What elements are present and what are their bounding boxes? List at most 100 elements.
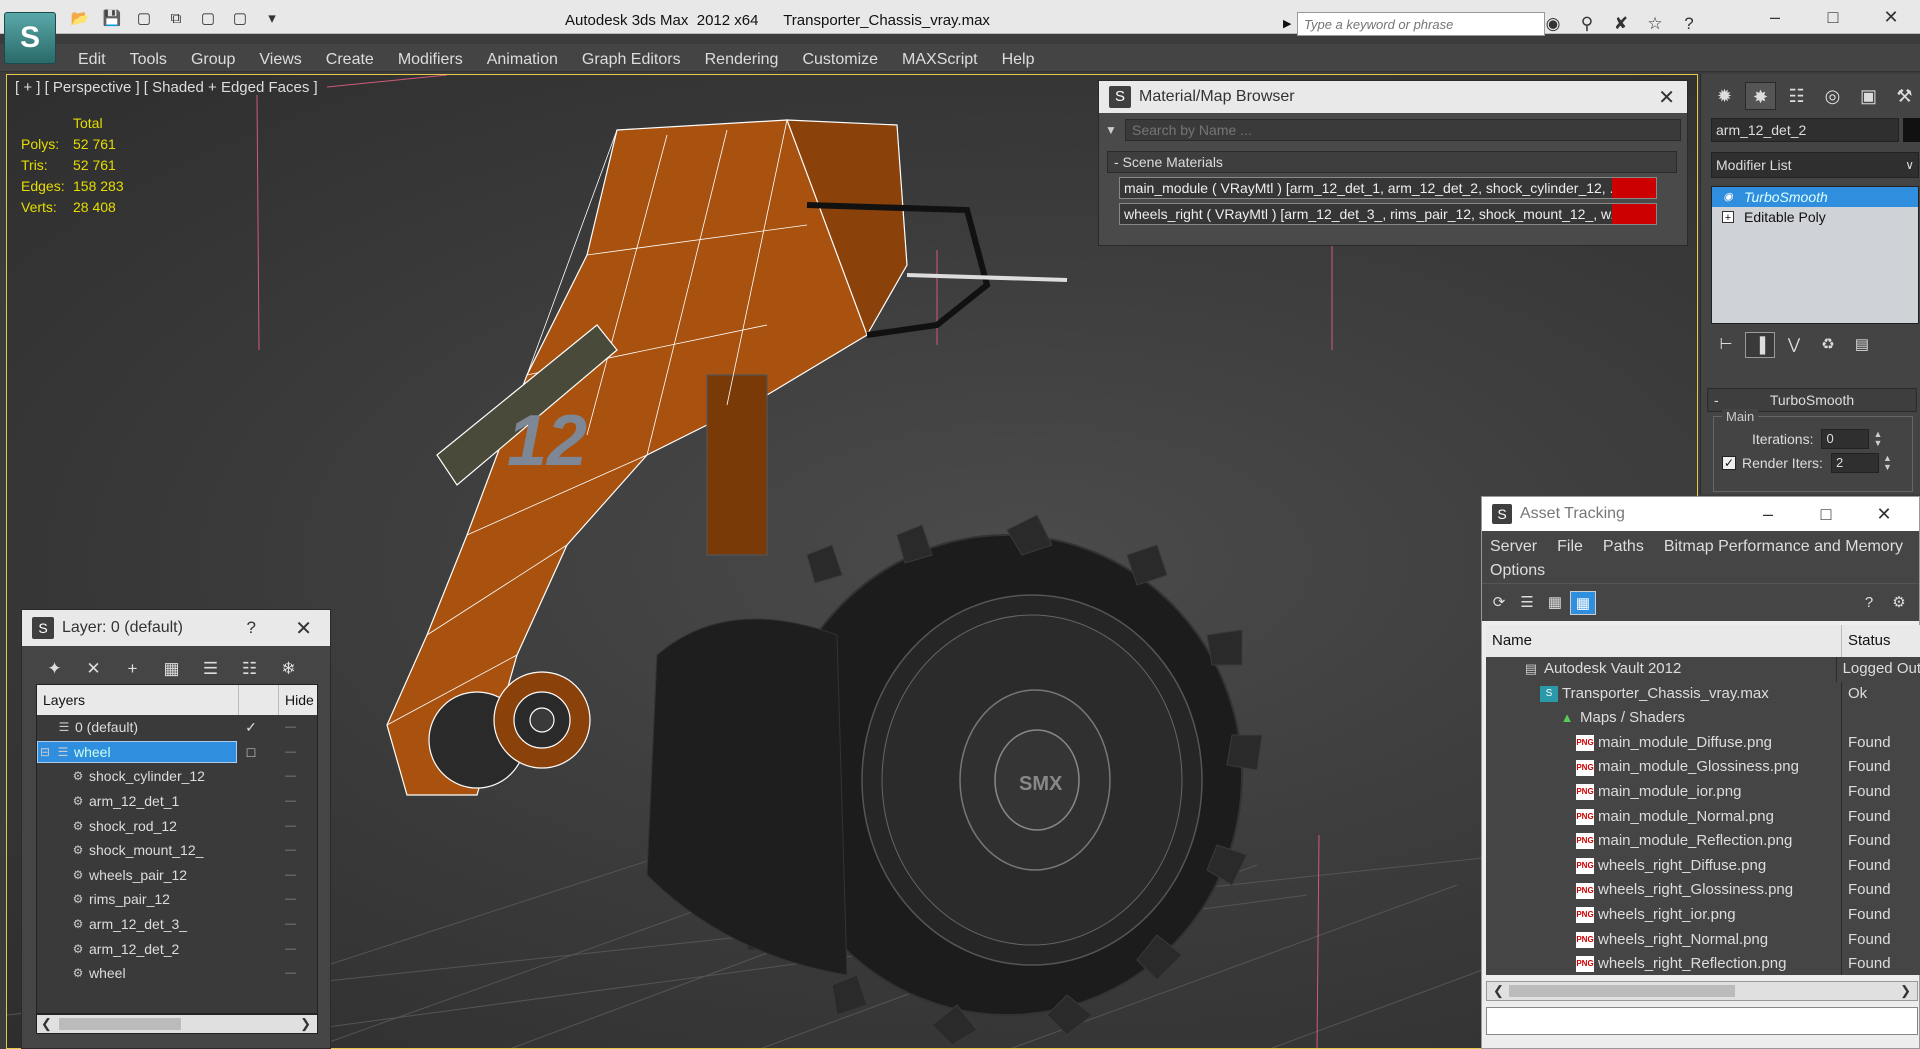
display-tab-icon[interactable]: ▣ [1853, 82, 1884, 110]
iterations-input[interactable]: 0 [1821, 429, 1870, 449]
spinner-icon[interactable]: ▲ ▼ [1873, 430, 1883, 448]
scroll-right-icon[interactable]: ❯ [1900, 982, 1911, 1000]
layer-manager-titlebar[interactable]: S Layer: 0 (default) ? ✕ [22, 610, 330, 646]
hide-toggle[interactable]: — [285, 844, 296, 856]
add-to-layer-icon[interactable]: + [118, 656, 147, 682]
horizontal-scrollbar[interactable]: ❮ ❯ [1486, 981, 1918, 1001]
table-row[interactable]: PNG main_module_ior.png Found [1486, 779, 1920, 805]
layer-row[interactable]: ⚙ arm_12_det_1 — [37, 789, 317, 814]
menu-help[interactable]: Help [990, 48, 1047, 72]
scene-materials-group[interactable]: - Scene Materials [1107, 151, 1677, 173]
binoculars-icon[interactable]: ◉ [1541, 14, 1565, 34]
stack-item-turbosmooth[interactable]: ◉ TurboSmooth [1712, 187, 1918, 207]
asset-status-field[interactable] [1486, 1007, 1918, 1035]
close-icon[interactable]: ✕ [295, 616, 312, 641]
scroll-left-icon[interactable]: ❮ [1493, 982, 1504, 1000]
table-row[interactable]: PNG wheels_right_Diffuse.png Found [1486, 853, 1920, 879]
freeze-all-icon[interactable]: ❄ [274, 656, 303, 682]
hide-toggle[interactable]: — [285, 869, 296, 881]
table-row[interactable]: PNG wheels_right_ior.png Found [1486, 902, 1920, 928]
table-view-icon[interactable]: ▦ [1570, 591, 1596, 615]
hide-toggle[interactable]: — [285, 893, 296, 905]
maximize-icon[interactable]: □ [1797, 497, 1855, 531]
spinner-icon[interactable]: ▲ ▼ [1883, 454, 1893, 472]
new-scene-icon[interactable]: ▢ [130, 8, 158, 30]
hide-toggle[interactable]: — [285, 967, 296, 979]
collapse-icon[interactable]: ⊟ [38, 745, 52, 759]
expand-arrow-icon[interactable]: ▶ [1283, 13, 1297, 35]
save-icon[interactable]: 💾 [98, 8, 126, 30]
hide-toggle[interactable]: — [285, 820, 296, 832]
col-hide[interactable]: Hide [279, 685, 314, 715]
menu-bitmap-performance[interactable]: Bitmap Performance and Memory [1664, 535, 1903, 559]
table-row[interactable]: PNG main_module_Glossiness.png Found [1486, 755, 1920, 780]
object-name-field[interactable] [1711, 118, 1899, 142]
horizontal-scrollbar[interactable]: ❮ ❯ [36, 1014, 318, 1034]
close-icon[interactable]: ✕ [1658, 85, 1675, 110]
remove-modifier-icon[interactable]: ♻ [1813, 332, 1843, 358]
help-icon[interactable]: ? [1856, 591, 1882, 615]
scrollbar-thumb[interactable] [59, 1018, 181, 1030]
minimize-icon[interactable]: – [1746, 0, 1804, 34]
hide-toggle[interactable]: — [285, 746, 296, 758]
layer-row[interactable]: ⚙ shock_rod_12 — [37, 813, 317, 838]
menu-server[interactable]: Server [1490, 535, 1537, 559]
options-dropdown-icon[interactable]: ▼ [1105, 123, 1125, 137]
list-view-icon[interactable]: ☰ [1514, 591, 1540, 615]
window-icon[interactable]: ▢ [194, 8, 222, 30]
highlight-layer-icon[interactable]: ☰ [196, 656, 225, 682]
menu-customize[interactable]: Customize [790, 48, 890, 72]
set-current-icon[interactable]: □ [243, 744, 259, 760]
scroll-right-icon[interactable]: ❯ [300, 1015, 311, 1033]
thumbnail-view-icon[interactable]: ▦ [1542, 591, 1568, 615]
utilities-tab-icon[interactable]: ⚒ [1889, 82, 1920, 110]
object-color-swatch[interactable] [1903, 118, 1920, 142]
layer-row[interactable]: ⚙ wheel — [37, 961, 317, 986]
material-row[interactable]: main_module ( VRayMtl ) [arm_12_det_1, a… [1119, 177, 1657, 199]
layer-row[interactable]: ⚙ wheels_pair_12 — [37, 863, 317, 888]
help-icon[interactable]: ? [1677, 14, 1701, 34]
folder-open-icon[interactable]: 📂 [66, 8, 94, 30]
layer-row[interactable]: ⚙ arm_12_det_2 — [37, 936, 317, 961]
render-iters-checkbox[interactable]: ✓ [1722, 456, 1736, 470]
material-search-input[interactable] [1125, 119, 1681, 141]
layer-row[interactable]: ⚙ shock_cylinder_12 — [37, 764, 317, 789]
layer-row[interactable]: ⚙ rims_pair_12 — [37, 887, 317, 912]
show-end-result-icon[interactable]: ▐ [1745, 332, 1775, 358]
help-icon[interactable]: ? [247, 618, 256, 638]
close-icon[interactable]: ✕ [1855, 497, 1913, 531]
key-icon[interactable]: ⚲ [1575, 14, 1599, 34]
make-unique-icon[interactable]: ⋁ [1779, 332, 1809, 358]
modifier-list-dropdown[interactable]: Modifier List ∨ [1711, 152, 1919, 178]
keyword-search-input[interactable] [1297, 12, 1545, 36]
dropdown-icon[interactable]: ▾ [258, 8, 286, 30]
hide-toggle[interactable]: — [285, 770, 296, 782]
render-iters-input[interactable]: 2 [1830, 453, 1879, 473]
table-row[interactable]: PNG main_module_Reflection.png Found [1486, 829, 1920, 854]
refresh-icon[interactable]: ⟳ [1486, 591, 1512, 615]
hide-toggle[interactable]: — [285, 721, 296, 733]
col-layers[interactable]: Layers [37, 685, 239, 715]
create-tab-icon[interactable]: ✹ [1709, 82, 1740, 110]
menu-create[interactable]: Create [314, 48, 386, 72]
menu-maxscript[interactable]: MAXScript [890, 48, 990, 72]
maximize-icon[interactable]: □ [1804, 0, 1862, 34]
check-icon[interactable]: ✓ [243, 719, 259, 736]
configure-sets-icon[interactable]: ▤ [1847, 332, 1877, 358]
hide-toggle[interactable]: — [285, 918, 296, 930]
select-in-layer-icon[interactable]: ▦ [157, 656, 186, 682]
layer-row[interactable]: ⚙ shock_mount_12_ — [37, 838, 317, 863]
table-row[interactable]: PNG wheels_right_Glossiness.png Found [1486, 878, 1920, 903]
menu-paths[interactable]: Paths [1603, 535, 1644, 559]
menu-tools[interactable]: Tools [118, 48, 179, 72]
delete-layer-icon[interactable]: ✕ [79, 656, 108, 682]
expand-plus-icon[interactable]: + [1722, 211, 1734, 224]
table-row[interactable]: ▲ Maps / Shaders [1486, 706, 1920, 731]
col-current[interactable] [239, 685, 279, 715]
table-row[interactable]: PNG main_module_Normal.png Found [1486, 804, 1920, 830]
material-browser-titlebar[interactable]: S Material/Map Browser ✕ [1099, 81, 1687, 113]
close-icon[interactable]: ✕ [1862, 0, 1920, 34]
table-row[interactable]: S Transporter_Chassis_vray.max Ok [1486, 681, 1920, 707]
material-row[interactable]: wheels_right ( VRayMtl ) [arm_12_det_3_,… [1119, 203, 1657, 225]
hide-toggle[interactable]: — [285, 795, 296, 807]
